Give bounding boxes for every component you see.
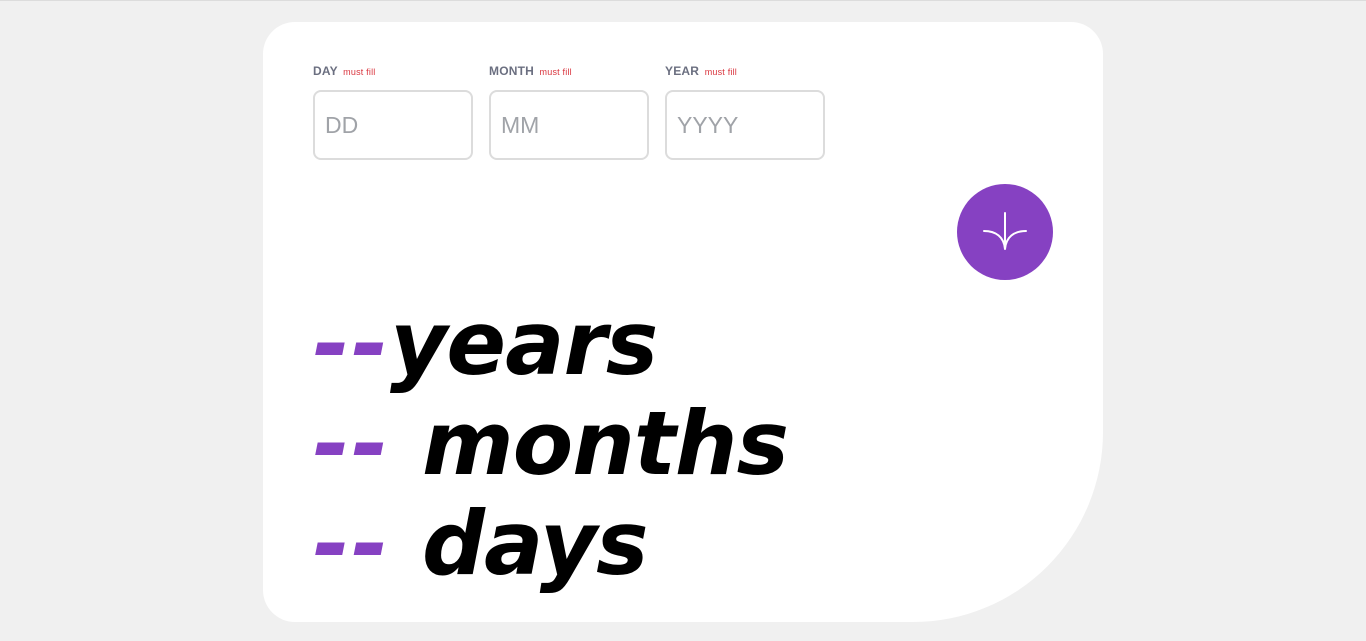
result-months: -- months <box>313 392 789 495</box>
month-required-hint: must fill <box>539 67 572 77</box>
days-value: -- <box>313 492 391 595</box>
days-unit: days <box>422 492 648 595</box>
result-days: -- days <box>313 494 788 594</box>
day-label: DAY must fill <box>313 64 473 80</box>
day-label-text: DAY <box>313 64 338 78</box>
months-value: -- <box>313 392 391 495</box>
month-label: MONTH must fill <box>489 64 649 80</box>
day-input[interactable] <box>313 90 473 160</box>
year-required-hint: must fill <box>704 67 737 77</box>
year-input[interactable] <box>665 90 825 160</box>
years-value: -- <box>313 292 391 395</box>
year-label: YEAR must fill <box>665 64 825 80</box>
result-years: --years <box>313 294 788 394</box>
month-label-text: MONTH <box>489 64 534 78</box>
year-label-text: YEAR <box>665 64 700 78</box>
months-unit: months <box>422 392 789 495</box>
month-field: MONTH must fill <box>489 64 649 160</box>
age-calculator-card: DAY must fill MONTH must fill YEAR must … <box>263 22 1103 622</box>
day-field: DAY must fill <box>313 64 473 160</box>
year-field: YEAR must fill <box>665 64 825 160</box>
arrow-down-icon <box>983 212 1027 250</box>
results: --years -- months -- days <box>313 294 789 594</box>
day-required-hint: must fill <box>343 67 376 77</box>
submit-button[interactable] <box>957 184 1053 280</box>
years-unit: years <box>390 292 658 395</box>
month-input[interactable] <box>489 90 649 160</box>
